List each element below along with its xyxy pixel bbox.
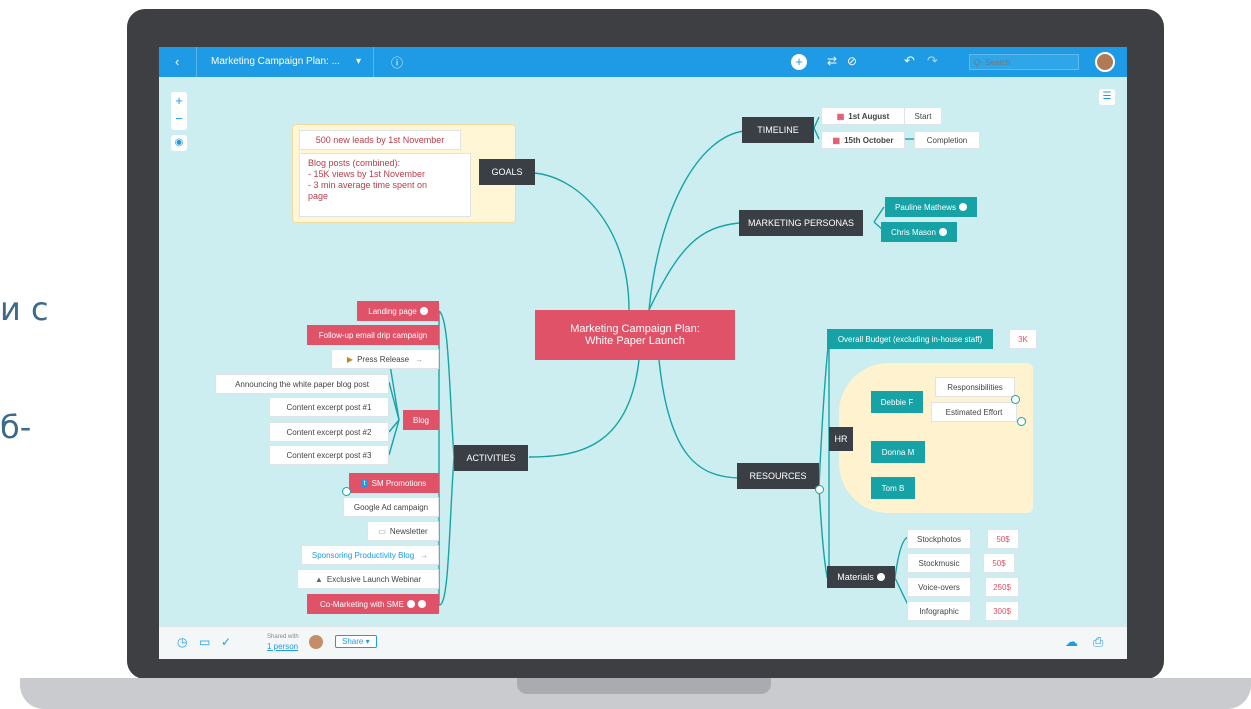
shared-avatar[interactable] bbox=[309, 635, 323, 649]
laptop-notch bbox=[517, 678, 771, 694]
debbie-responsibilities[interactable]: Responsibilities bbox=[935, 377, 1015, 397]
shared-with-label: Shared with bbox=[267, 634, 299, 640]
persona-chris[interactable]: Chris Mason bbox=[881, 222, 957, 242]
activity-sm-promotions[interactable]: t SM Promotions bbox=[349, 473, 439, 493]
activity-landing-page[interactable]: Landing page bbox=[357, 301, 439, 321]
arrow-icon: → bbox=[415, 354, 424, 364]
blog-post-excerpt-3[interactable]: Content excerpt post #3 bbox=[269, 445, 389, 465]
collapse-knob[interactable] bbox=[815, 485, 824, 494]
blog-post-announcement[interactable]: Announcing the white paper blog post bbox=[215, 374, 389, 394]
activity-label: Co-Marketing with SME bbox=[319, 599, 405, 609]
goal-blog-posts[interactable]: Blog posts (combined): - 15K views by 1s… bbox=[299, 153, 471, 217]
debbie-estimated-effort[interactable]: Estimated Effort bbox=[931, 402, 1017, 422]
share-button[interactable]: Share ▾ bbox=[335, 635, 377, 648]
timeline-date-1[interactable]: ▦ 1st August bbox=[821, 107, 905, 125]
cloud-download-icon[interactable]: ☁ bbox=[1065, 634, 1078, 650]
date-label: 15th October bbox=[844, 135, 894, 145]
twitter-icon: t bbox=[361, 479, 368, 487]
link-icon bbox=[407, 600, 416, 608]
calendar-icon: ▦ bbox=[832, 135, 841, 145]
persona-pauline[interactable]: Pauline Mathews bbox=[885, 197, 977, 217]
check-icon[interactable]: ✓ bbox=[221, 635, 231, 649]
app-screen: ‹ Marketing Campaign Plan: ... ▾ ⓘ + ⇄ ⊘… bbox=[159, 47, 1127, 659]
budget-value[interactable]: 3K bbox=[1009, 329, 1037, 349]
material-stockmusic[interactable]: Stockmusic bbox=[907, 553, 971, 573]
goal-line: - 3 min average time spent on bbox=[308, 180, 428, 190]
goals-topic[interactable]: GOALS bbox=[479, 159, 535, 185]
activity-email-drip[interactable]: Follow-up email drip campaign bbox=[307, 325, 439, 345]
collapse-knob[interactable] bbox=[1011, 395, 1020, 404]
arrow-circle-icon bbox=[418, 600, 427, 608]
activity-sponsoring-blog[interactable]: Sponsoring Productivity Blog → bbox=[301, 545, 439, 565]
goal-line: - 15K views by 1st November bbox=[308, 169, 426, 179]
activity-label: Sponsoring Productivity Blog bbox=[311, 550, 415, 560]
side-text-line2: б- bbox=[0, 408, 32, 446]
timeline-note-completion[interactable]: Completion bbox=[914, 131, 980, 149]
central-topic[interactable]: Marketing Campaign Plan: White Paper Lau… bbox=[535, 310, 735, 360]
shared-person-link[interactable]: 1 person bbox=[267, 642, 298, 651]
date-label: 1st August bbox=[848, 111, 890, 121]
activity-blog[interactable]: Blog bbox=[403, 410, 439, 430]
activity-label: Newsletter bbox=[389, 526, 428, 536]
activity-launch-webinar[interactable]: ▲ Exclusive Launch Webinar bbox=[297, 569, 439, 589]
blog-post-excerpt-1[interactable]: Content excerpt post #1 bbox=[269, 397, 389, 417]
material-cost[interactable]: 250$ bbox=[985, 577, 1019, 597]
resources-topic[interactable]: RESOURCES bbox=[737, 463, 819, 489]
goal-line: page bbox=[308, 191, 329, 201]
calendar-icon: ▦ bbox=[836, 111, 845, 121]
timeline-date-2[interactable]: ▦ 15th October bbox=[821, 131, 905, 149]
material-infographic[interactable]: Infographic bbox=[907, 601, 971, 621]
activity-label: Exclusive Launch Webinar bbox=[326, 574, 422, 584]
collapse-knob[interactable] bbox=[1017, 417, 1026, 426]
present-icon[interactable]: ▭ bbox=[199, 635, 210, 649]
link-icon bbox=[419, 307, 428, 315]
materials-node[interactable]: Materials bbox=[827, 566, 895, 588]
megaphone-icon: ▶ bbox=[346, 354, 354, 364]
central-topic-line1: Marketing Campaign Plan: bbox=[570, 323, 700, 335]
arrow-icon: → bbox=[420, 550, 429, 560]
activities-topic[interactable]: ACTIVITIES bbox=[454, 445, 528, 471]
central-topic-line2: White Paper Launch bbox=[585, 335, 685, 347]
hr-node[interactable]: HR bbox=[829, 427, 853, 451]
activity-press-release[interactable]: ▶ Press Release → bbox=[331, 349, 439, 369]
link-icon bbox=[938, 228, 947, 236]
material-cost[interactable]: 50$ bbox=[983, 553, 1015, 573]
hr-debbie[interactable]: Debbie F bbox=[871, 391, 923, 413]
hr-tom[interactable]: Tom B bbox=[871, 477, 915, 499]
blog-post-excerpt-2[interactable]: Content excerpt post #2 bbox=[269, 422, 389, 442]
material-voice-overs[interactable]: Voice-overs bbox=[907, 577, 971, 597]
activity-label: Press Release bbox=[357, 354, 410, 364]
link-icon bbox=[958, 203, 967, 211]
budget-node[interactable]: Overall Budget (excluding in-house staff… bbox=[827, 329, 993, 349]
history-icon[interactable]: ◷ bbox=[177, 635, 187, 649]
link-icon bbox=[876, 573, 885, 581]
personas-topic[interactable]: MARKETING PERSONAS bbox=[739, 210, 863, 236]
activity-co-marketing[interactable]: Co-Marketing with SME bbox=[307, 594, 439, 614]
webinar-icon: ▲ bbox=[314, 574, 323, 584]
timeline-note-start[interactable]: Start bbox=[904, 107, 942, 125]
material-cost[interactable]: 50$ bbox=[987, 529, 1019, 549]
persona-name: Chris Mason bbox=[891, 227, 936, 237]
activity-label: Landing page bbox=[368, 306, 417, 316]
goal-line: Blog posts (combined): bbox=[308, 158, 401, 168]
hr-donna[interactable]: Donna M bbox=[871, 441, 925, 463]
persona-name: Pauline Mathews bbox=[895, 202, 956, 212]
side-text-line1: и с bbox=[0, 290, 49, 328]
activity-newsletter[interactable]: ▭ Newsletter bbox=[367, 521, 439, 541]
activity-google-ad[interactable]: Google Ad campaign bbox=[343, 497, 439, 517]
goal-leads[interactable]: 500 new leads by 1st November bbox=[299, 130, 461, 150]
material-stockphotos[interactable]: Stockphotos bbox=[907, 529, 971, 549]
timeline-topic[interactable]: TIMELINE bbox=[742, 117, 814, 143]
activity-label: SM Promotions bbox=[371, 478, 427, 488]
materials-label: Materials bbox=[837, 572, 874, 582]
newsletter-icon: ▭ bbox=[378, 526, 386, 536]
material-cost[interactable]: 300$ bbox=[985, 601, 1019, 621]
bottom-bar: ◷ ▭ ✓ Shared with 1 person Share ▾ ☁ ⎙ bbox=[159, 626, 1127, 659]
collapse-knob[interactable] bbox=[342, 487, 351, 496]
print-icon[interactable]: ⎙ bbox=[1093, 634, 1103, 650]
